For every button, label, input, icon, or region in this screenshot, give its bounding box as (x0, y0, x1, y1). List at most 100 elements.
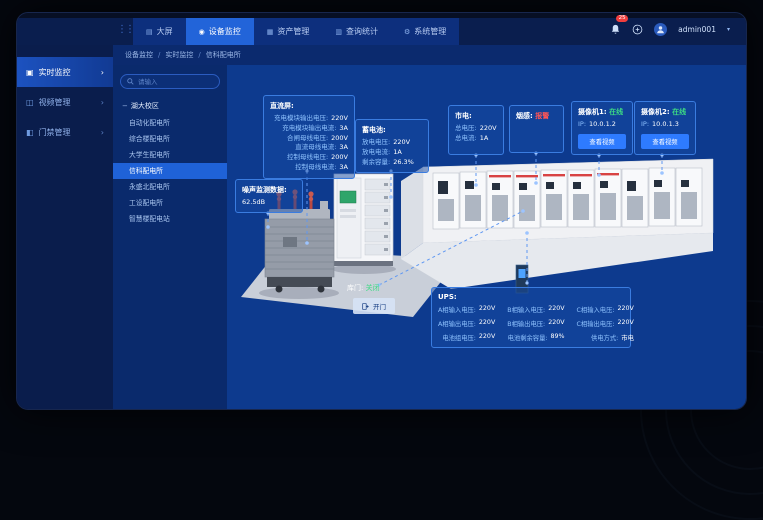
panel-title: 市电: (455, 111, 497, 121)
field-label: 烟感: (516, 112, 533, 120)
field-value: 市电 (621, 333, 634, 342)
ip-label: IP: (578, 120, 586, 130)
field-value: 220V (480, 124, 497, 134)
field-value: 220V (548, 319, 564, 328)
field-value: 3A (339, 163, 348, 173)
field-value: 220V (479, 305, 495, 314)
field-label: B相输入电压: (507, 305, 545, 314)
camera2-panel: 摄像机2: 在线 IP:10.0.1.3 查看视频 (634, 101, 696, 155)
field-label: 直流母线电流: (295, 143, 336, 153)
breadcrumb-item-current[interactable]: 信科配电所 (206, 50, 241, 60)
avatar[interactable] (654, 23, 667, 36)
ups-panel: UPS: A相输入电压:220V B相输入电压:220V C相输入电压:220V… (431, 287, 631, 348)
breadcrumb-item[interactable]: 实时监控 (165, 50, 193, 60)
panel-title: 摄像机1: (578, 108, 607, 116)
field-value: 1A (480, 134, 489, 144)
sidebar-item-realtime-monitor[interactable]: ▣ 实时监控 › (17, 57, 113, 87)
field-label: 剩余容量: (362, 158, 390, 168)
chevron-right-icon: › (101, 68, 104, 77)
field-label: 控制母线电压: (287, 153, 328, 163)
door-access-icon: ◧ (26, 128, 34, 137)
field-value: 200V (331, 153, 348, 163)
camera2-status-badge: 在线 (672, 108, 686, 116)
nav-label: 查询统计 (346, 26, 378, 37)
search-icon (127, 78, 134, 85)
gear-icon: ⚙ (404, 28, 410, 36)
open-door-button[interactable]: 开门 (353, 298, 395, 314)
field-label: C相输入电压: (577, 305, 615, 314)
chevron-down-icon[interactable]: ▾ (727, 26, 730, 33)
search-input[interactable] (138, 78, 213, 86)
statistics-icon: ▥ (335, 28, 342, 36)
tree-node-station[interactable]: 大学生配电所 (113, 147, 227, 163)
logo-icon: ⋮⋮ (117, 24, 133, 35)
tree-node-station[interactable]: 永盛北配电所 (113, 179, 227, 195)
smoke-status-badge: 报警 (535, 112, 549, 120)
field-label: B相输出电压: (507, 319, 545, 328)
nav-item-assets[interactable]: ▦ 资产管理 (254, 18, 323, 45)
notifications-button[interactable]: 25 (610, 20, 621, 39)
notification-badge: 25 (616, 15, 628, 22)
sidebar-item-access-control[interactable]: ◧ 门禁管理 › (17, 117, 113, 147)
panel-title: 直流屏: (270, 101, 348, 111)
breadcrumb-separator: / (198, 51, 200, 59)
noise-monitor-panel: 噪声监测数据: 62.5dB (235, 179, 303, 213)
field-label: 控制母线电流: (295, 163, 336, 173)
field-label: 总电压: (455, 124, 477, 134)
topbar-actions: 25 admin001 ▾ (610, 20, 746, 39)
field-value: 220V (618, 305, 634, 314)
dc-screen-panel: 直流屏: 充电模块输出电压:220V 充电模块输出电流:3A 合闸母线电压:20… (263, 95, 355, 179)
tree-root-campus[interactable]: −湖大校区 (122, 101, 220, 111)
monitor-icon: ◉ (199, 28, 205, 36)
nav-item-statistics[interactable]: ▥ 查询统计 (322, 18, 391, 45)
sidebar-item-video-management[interactable]: ◫ 视频管理 › (17, 87, 113, 117)
main-nav: ▤ 大屏 ◉ 设备监控 ▦ 资产管理 ▥ 查询统计 ⚙ 系统管理 (133, 18, 459, 45)
view-video-button[interactable]: 查看视频 (641, 134, 689, 149)
tree-node-station[interactable]: 综合楼配电所 (113, 131, 227, 147)
field-label: 电池组电压: (442, 333, 476, 342)
smoke-detector-panel: 烟感: 报警 (509, 105, 564, 153)
battery-panel: 蓄电池: 放电电压:220V 放电电流:1A 剩余容量:26.3% (355, 119, 429, 173)
field-value: 220V (331, 114, 348, 124)
field-label: 放电电流: (362, 148, 390, 158)
tree-node-station[interactable]: 工设配电所 (113, 195, 227, 211)
door-status-badge: 关闭 (366, 284, 380, 292)
fullscreen-button[interactable] (632, 20, 643, 39)
view-video-button[interactable]: 查看视频 (578, 134, 626, 149)
tree-node-station[interactable]: 智慧楼配电站 (113, 211, 227, 227)
ip-label: IP: (641, 120, 649, 130)
nav-item-system[interactable]: ⚙ 系统管理 (391, 18, 459, 45)
bell-icon (610, 24, 621, 35)
video-icon: ◫ (26, 98, 34, 107)
door-control: 库门: 关闭 开门 (347, 283, 395, 314)
breadcrumb-item[interactable]: 设备监控 (125, 50, 153, 60)
user-name[interactable]: admin001 (678, 25, 716, 34)
field-value: 1A (393, 148, 402, 158)
breadcrumb-separator: / (158, 51, 160, 59)
door-open-icon (362, 303, 369, 310)
field-label: 充电模块输出电压: (274, 114, 328, 124)
room-canvas: 直流屏: 充电模块输出电压:220V 充电模块输出电流:3A 合闸母线电压:20… (227, 65, 746, 410)
field-value: 26.3% (393, 158, 414, 168)
chevron-right-icon: › (101, 98, 104, 107)
camera1-status-badge: 在线 (609, 108, 623, 116)
nav-item-dashboard[interactable]: ▤ 大屏 (133, 18, 186, 45)
noise-value: 62.5dB (242, 198, 265, 208)
collapse-icon[interactable]: − (122, 102, 128, 110)
breadcrumb: 设备监控 / 实时监控 / 信科配电所 (113, 45, 746, 65)
user-icon (656, 25, 665, 34)
nav-item-device-monitor[interactable]: ◉ 设备监控 (186, 18, 254, 45)
sidebar-item-label: 实时监控 (39, 67, 71, 78)
tree-root-label: 湖大校区 (131, 102, 159, 110)
sidebar-item-label: 视频管理 (39, 97, 71, 108)
field-label: 充电模块输出电流: (282, 124, 336, 134)
sidebar-item-label: 门禁管理 (39, 127, 71, 138)
mains-panel: 市电: 总电压:220V 总电流:1A (448, 105, 504, 155)
field-value: 89% (551, 333, 565, 342)
door-label: 库门: (347, 284, 363, 292)
open-door-label: 开门 (373, 301, 386, 311)
field-value: 220V (479, 319, 495, 328)
tree-node-station-selected[interactable]: 信科配电所 (113, 163, 227, 179)
tree-node-station[interactable]: 自动化配电所 (113, 115, 227, 131)
fullscreen-icon (632, 24, 643, 35)
